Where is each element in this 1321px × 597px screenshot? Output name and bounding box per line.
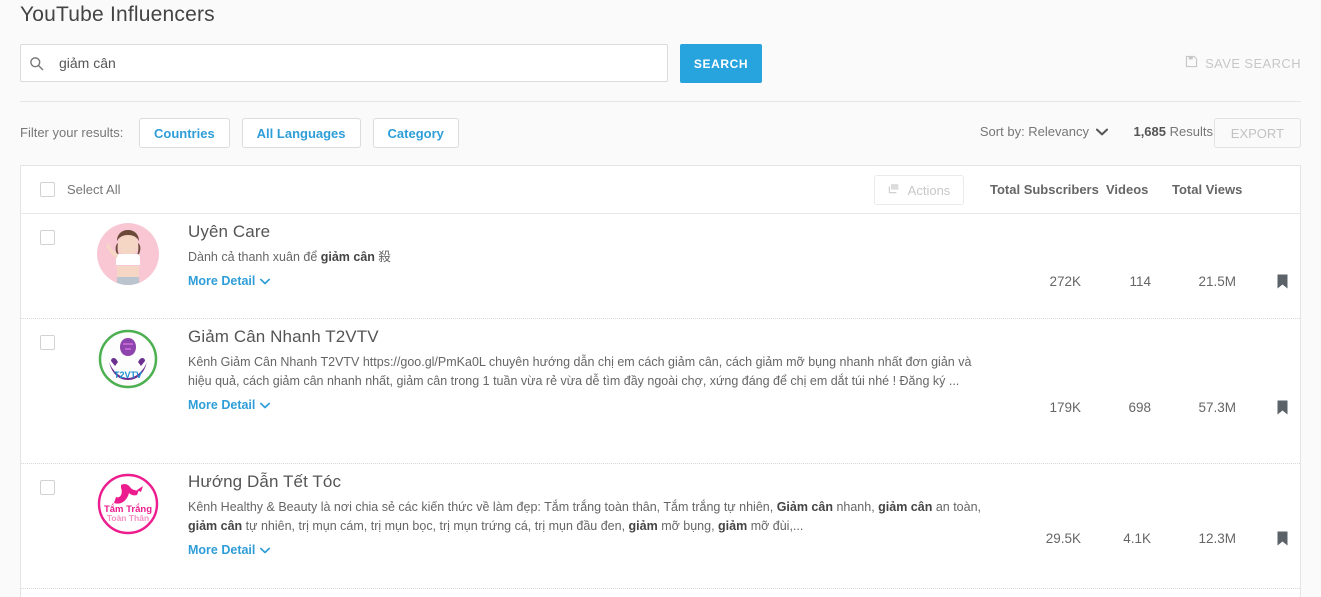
more-detail-link[interactable]: More Detail	[188, 543, 271, 557]
page-title: YouTube Influencers	[20, 3, 215, 26]
stat-views: 21.5M	[1198, 274, 1236, 289]
results-number: 1,685	[1133, 124, 1167, 139]
more-detail-label: More Detail	[188, 398, 256, 412]
bookmark-icon[interactable]	[1277, 400, 1288, 420]
table-row[interactable]: Tắm Trắng Toàn Thân Hướng Dẫn Tết Tóc Kê…	[21, 464, 1300, 589]
stat-videos: 114	[1129, 274, 1151, 289]
more-detail-label: More Detail	[188, 274, 256, 288]
desc-text: an toàn,	[932, 500, 981, 514]
select-all-checkbox[interactable]	[40, 182, 55, 197]
save-search-label: SAVE SEARCH	[1205, 55, 1301, 71]
results-card: Select All Actions Total Subscribers Vid…	[20, 165, 1301, 597]
channel-name[interactable]: Uyên Care	[188, 222, 988, 242]
search-button[interactable]: SEARCH	[680, 44, 762, 83]
channel-description: Dành cả thanh xuân để giảm cân 殺	[188, 248, 988, 267]
filter-row: Filter your results: Countries All Langu…	[20, 118, 1301, 148]
row-content: Giảm Cân Nhanh T2VTV Kênh Giảm Cân Nhanh…	[188, 327, 988, 414]
desc-post: 殺	[374, 250, 391, 264]
filter-buttons: Countries All Languages Category	[139, 118, 459, 148]
stat-videos: 4.1K	[1123, 531, 1151, 546]
stat-subscribers: 179K	[1049, 400, 1081, 415]
table-header: Select All Actions Total Subscribers Vid…	[21, 166, 1300, 214]
row-content: Uyên Care Dành cả thanh xuân để giảm cân…	[188, 222, 988, 290]
table-row[interactable]: T2VTV Giảm Cân Nhanh T2VTV Kênh Giảm Cân…	[21, 319, 1300, 464]
stat-subscribers: 29.5K	[1045, 531, 1081, 546]
bookmark-icon[interactable]	[1277, 274, 1288, 294]
channel-description: Kênh Giảm Cân Nhanh T2VTV https://goo.gl…	[188, 355, 972, 388]
row-checkbox[interactable]	[40, 335, 55, 350]
select-all-control[interactable]: Select All	[40, 182, 120, 197]
desc-text: mỡ đùi,...	[747, 519, 804, 533]
desc-text: mỡ bụng,	[657, 519, 719, 533]
desc-highlight: giảm cân	[188, 519, 243, 533]
column-total-views: Total Views	[1172, 182, 1243, 197]
avatar: T2VTV	[97, 328, 159, 390]
save-icon	[1185, 55, 1198, 71]
desc-text: nhanh,	[832, 500, 879, 514]
table-row[interactable]: Uyên Care Dành cả thanh xuân để giảm cân…	[21, 214, 1300, 319]
stat-views: 57.3M	[1198, 400, 1236, 415]
row-content: Hướng Dẫn Tết Tóc Kênh Healthy & Beauty …	[188, 472, 988, 559]
sort-by-label: Sort by: Relevancy	[979, 124, 1089, 139]
stat-videos: 698	[1128, 400, 1151, 415]
column-total-subscribers: Total Subscribers	[990, 182, 1099, 197]
desc-highlight: giảm cân	[320, 250, 375, 264]
desc-text: tự nhiên, trị mụn cám, trị mụn bọc, trị …	[242, 519, 629, 533]
channel-name[interactable]: Giảm Cân Nhanh T2VTV	[188, 327, 988, 347]
chevron-down-icon	[260, 543, 271, 557]
desc-highlight: giảm cân	[878, 500, 933, 514]
svg-text:T2VTV: T2VTV	[114, 370, 142, 380]
chevron-down-icon	[260, 274, 271, 288]
select-all-label: Select All	[67, 182, 121, 197]
search-input[interactable]	[51, 46, 667, 80]
column-videos: Videos	[1106, 182, 1149, 197]
stat-subscribers: 272K	[1049, 274, 1081, 289]
desc-highlight: giảm	[628, 519, 658, 533]
more-detail-label: More Detail	[188, 543, 256, 557]
svg-text:Toàn Thân: Toàn Thân	[107, 513, 149, 523]
chevron-down-icon	[260, 398, 271, 412]
filter-languages-button[interactable]: All Languages	[241, 118, 361, 148]
search-icon	[21, 56, 51, 71]
search-box[interactable]	[20, 44, 668, 82]
desc-highlight: Giảm cân	[776, 500, 833, 514]
table-row-partial	[21, 589, 1300, 597]
desc-text: Kênh Healthy & Beauty là nơi chia sẻ các…	[188, 500, 777, 514]
more-detail-link[interactable]: More Detail	[188, 398, 271, 412]
avatar: Tắm Trắng Toàn Thân	[97, 473, 159, 535]
desc-pre: Dành cả thanh xuân để	[188, 250, 321, 264]
actions-label: Actions	[907, 182, 951, 198]
channel-description: Kênh Healthy & Beauty là nơi chia sẻ các…	[188, 498, 988, 536]
more-detail-link[interactable]: More Detail	[188, 274, 271, 288]
header-divider	[20, 101, 1301, 102]
bookmark-icon[interactable]	[1277, 531, 1288, 551]
actions-button[interactable]: Actions	[874, 175, 964, 205]
search-row: SEARCH SAVE SEARCH	[20, 44, 1301, 83]
sort-by-dropdown[interactable]: Sort by: Relevancy	[980, 124, 1108, 139]
layers-icon	[888, 183, 901, 198]
filter-category-button[interactable]: Category	[372, 118, 459, 148]
chevron-down-icon	[1096, 124, 1108, 139]
filter-countries-button[interactable]: Countries	[139, 118, 230, 148]
results-count: 1,685 Results	[1133, 124, 1213, 139]
results-suffix: Results	[1169, 124, 1213, 139]
row-checkbox[interactable]	[40, 480, 55, 495]
youtube-influencers-page: YouTube Influencers SEARCH SAVE SEARCH	[0, 0, 1321, 597]
desc-highlight: giảm	[718, 519, 748, 533]
row-checkbox[interactable]	[40, 230, 55, 245]
channel-name[interactable]: Hướng Dẫn Tết Tóc	[188, 472, 988, 492]
avatar	[97, 223, 159, 285]
filter-label: Filter your results:	[20, 125, 124, 140]
export-button[interactable]: EXPORT	[1213, 118, 1301, 148]
save-search-button[interactable]: SAVE SEARCH	[1185, 55, 1301, 71]
stat-views: 12.3M	[1198, 531, 1236, 546]
